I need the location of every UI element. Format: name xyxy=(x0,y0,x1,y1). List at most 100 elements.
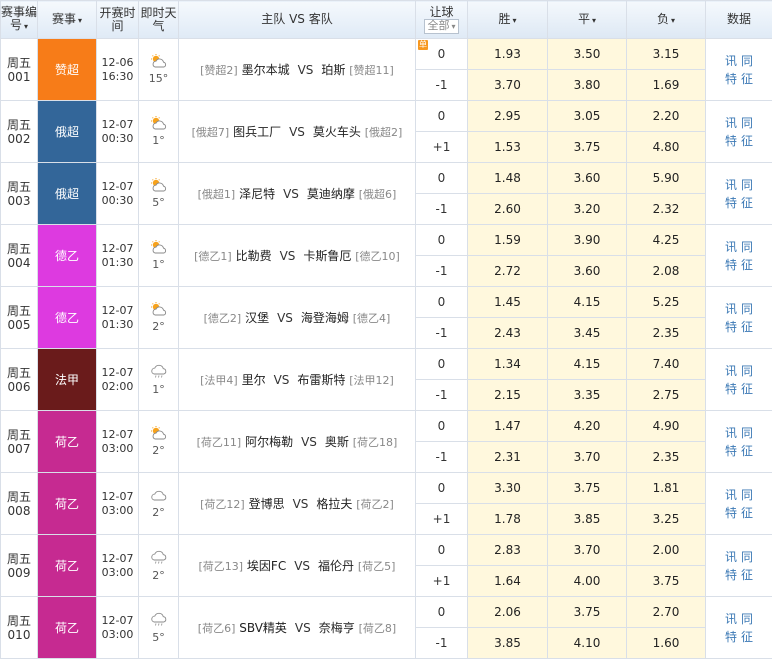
odds-draw[interactable]: 4.00 xyxy=(547,565,627,597)
special-link[interactable]: 特 xyxy=(725,132,737,150)
special-link[interactable]: 特 xyxy=(725,318,737,336)
col-header-num[interactable]: 赛事编号 ▾ xyxy=(0,0,38,39)
home-team-link[interactable]: 里尔 xyxy=(242,373,266,387)
league-badge[interactable]: 德乙 xyxy=(37,224,97,287)
odds-draw[interactable]: 3.80 xyxy=(547,69,627,101)
info-link[interactable]: 讯 xyxy=(725,486,737,504)
special-link[interactable]: 特 xyxy=(725,566,737,584)
home-team-link[interactable]: 埃因FC xyxy=(247,559,286,573)
special-link[interactable]: 特 xyxy=(725,628,737,646)
info-link[interactable]: 讯 xyxy=(725,610,737,628)
odds-draw[interactable]: 4.20 xyxy=(547,410,627,442)
feature-link[interactable]: 征 xyxy=(741,628,753,646)
special-link[interactable]: 特 xyxy=(725,70,737,88)
odds-draw[interactable]: 3.75 xyxy=(547,596,627,628)
odds-lose[interactable]: 1.69 xyxy=(626,69,706,101)
away-team-link[interactable]: 格拉夫 xyxy=(316,497,352,511)
odds-win[interactable]: 1.93 xyxy=(467,38,548,70)
odds-win[interactable]: 3.85 xyxy=(467,627,548,659)
away-team-link[interactable]: 奈梅亨 xyxy=(319,621,355,635)
away-team-link[interactable]: 莫迪纳摩 xyxy=(307,187,355,201)
odds-lose[interactable]: 3.75 xyxy=(626,565,706,597)
away-team-link[interactable]: 珀斯 xyxy=(321,63,345,77)
odds-draw[interactable]: 3.75 xyxy=(547,472,627,504)
odds-lose[interactable]: 7.40 xyxy=(626,348,706,380)
league-badge[interactable]: 法甲 xyxy=(37,348,97,411)
odds-win[interactable]: 2.83 xyxy=(467,534,548,566)
odds-draw[interactable]: 3.85 xyxy=(547,503,627,535)
odds-draw[interactable]: 3.60 xyxy=(547,255,627,287)
away-team-link[interactable]: 布雷斯特 xyxy=(297,373,345,387)
away-team-link[interactable]: 莫火车头 xyxy=(313,125,361,139)
same-odds-link[interactable]: 同 xyxy=(741,486,753,504)
odds-lose[interactable]: 2.35 xyxy=(626,317,706,349)
home-team-link[interactable]: 登博思 xyxy=(249,497,285,511)
odds-win[interactable]: 1.47 xyxy=(467,410,548,442)
home-team-link[interactable]: SBV精英 xyxy=(239,621,287,635)
odds-lose[interactable]: 1.60 xyxy=(626,627,706,659)
league-badge[interactable]: 荷乙 xyxy=(37,534,97,597)
sort-arrow-icon[interactable]: ▾ xyxy=(24,22,28,31)
feature-link[interactable]: 征 xyxy=(741,504,753,522)
away-team-link[interactable]: 卡斯鲁厄 xyxy=(303,249,351,263)
odds-win[interactable]: 1.53 xyxy=(467,131,548,163)
odds-lose[interactable]: 4.25 xyxy=(626,224,706,256)
odds-win[interactable]: 2.31 xyxy=(467,441,548,473)
info-link[interactable]: 讯 xyxy=(725,176,737,194)
feature-link[interactable]: 征 xyxy=(741,132,753,150)
col-header-lose[interactable]: 负 ▾ xyxy=(626,0,706,39)
feature-link[interactable]: 征 xyxy=(741,194,753,212)
league-badge[interactable]: 荷乙 xyxy=(37,472,97,535)
league-badge[interactable]: 俄超 xyxy=(37,100,97,163)
odds-draw[interactable]: 3.45 xyxy=(547,317,627,349)
odds-lose[interactable]: 1.81 xyxy=(626,472,706,504)
odds-draw[interactable]: 3.05 xyxy=(547,100,627,132)
odds-win[interactable]: 3.30 xyxy=(467,472,548,504)
odds-win[interactable]: 1.59 xyxy=(467,224,548,256)
col-header-draw[interactable]: 平 ▾ xyxy=(547,0,627,39)
home-team-link[interactable]: 比勒费 xyxy=(236,249,272,263)
special-link[interactable]: 特 xyxy=(725,256,737,274)
odds-draw[interactable]: 3.75 xyxy=(547,131,627,163)
odds-draw[interactable]: 3.60 xyxy=(547,162,627,194)
home-team-link[interactable]: 泽尼特 xyxy=(239,187,275,201)
feature-link[interactable]: 征 xyxy=(741,70,753,88)
same-odds-link[interactable]: 同 xyxy=(741,362,753,380)
info-link[interactable]: 讯 xyxy=(725,424,737,442)
same-odds-link[interactable]: 同 xyxy=(741,548,753,566)
info-link[interactable]: 讯 xyxy=(725,548,737,566)
odds-win[interactable]: 1.78 xyxy=(467,503,548,535)
home-team-link[interactable]: 墨尔本城 xyxy=(242,63,290,77)
odds-win[interactable]: 1.64 xyxy=(467,565,548,597)
same-odds-link[interactable]: 同 xyxy=(741,176,753,194)
odds-win[interactable]: 3.70 xyxy=(467,69,548,101)
odds-lose[interactable]: 2.20 xyxy=(626,100,706,132)
sort-arrow-icon[interactable]: ▾ xyxy=(671,16,675,25)
away-team-link[interactable]: 奥斯 xyxy=(325,435,349,449)
odds-draw[interactable]: 3.90 xyxy=(547,224,627,256)
odds-draw[interactable]: 4.15 xyxy=(547,286,627,318)
odds-draw[interactable]: 3.35 xyxy=(547,379,627,411)
sort-arrow-icon[interactable]: ▾ xyxy=(592,16,596,25)
handicap-filter-select[interactable]: 全部 ▾ xyxy=(424,18,459,34)
sort-arrow-icon[interactable]: ▾ xyxy=(513,16,517,25)
odds-lose[interactable]: 2.35 xyxy=(626,441,706,473)
feature-link[interactable]: 征 xyxy=(741,256,753,274)
feature-link[interactable]: 征 xyxy=(741,380,753,398)
league-badge[interactable]: 俄超 xyxy=(37,162,97,225)
odds-draw[interactable]: 3.20 xyxy=(547,193,627,225)
home-team-link[interactable]: 图兵工厂 xyxy=(233,125,281,139)
special-link[interactable]: 特 xyxy=(725,380,737,398)
odds-draw[interactable]: 4.15 xyxy=(547,348,627,380)
odds-lose[interactable]: 5.25 xyxy=(626,286,706,318)
odds-lose[interactable]: 3.25 xyxy=(626,503,706,535)
special-link[interactable]: 特 xyxy=(725,442,737,460)
away-team-link[interactable]: 福伦丹 xyxy=(318,559,354,573)
away-team-link[interactable]: 海登海姆 xyxy=(301,311,349,325)
league-badge[interactable]: 赞超 xyxy=(37,38,97,101)
same-odds-link[interactable]: 同 xyxy=(741,424,753,442)
odds-draw[interactable]: 4.10 xyxy=(547,627,627,659)
odds-lose[interactable]: 4.80 xyxy=(626,131,706,163)
odds-win[interactable]: 2.43 xyxy=(467,317,548,349)
same-odds-link[interactable]: 同 xyxy=(741,114,753,132)
